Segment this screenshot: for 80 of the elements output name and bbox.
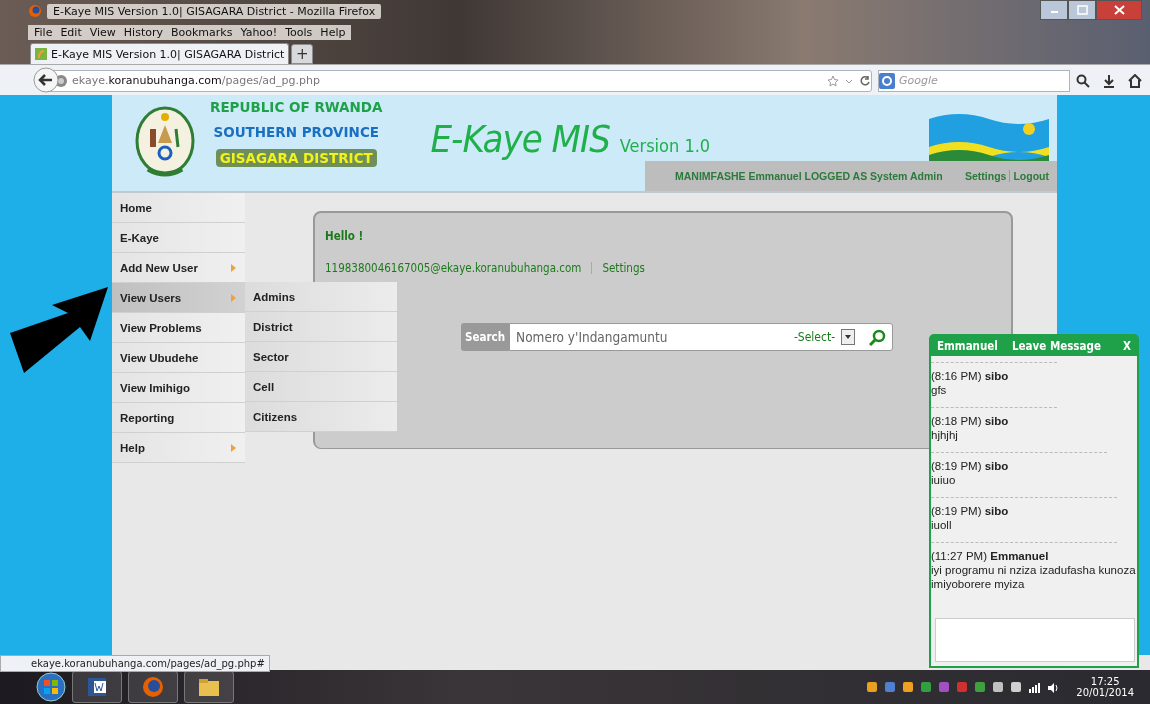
nav-item[interactable]: View Imihigo	[112, 373, 245, 403]
message-header: (8:19 PM) sibo	[931, 459, 1010, 473]
settings-link[interactable]: Settings	[602, 261, 645, 275]
new-tab-button[interactable]: +	[291, 44, 314, 64]
user-info: MANIMFASHE Emmanuel LOGGED AS System Admin	[675, 170, 943, 182]
submenu-item[interactable]: Admins	[245, 282, 397, 312]
nav-item[interactable]: E-Kaye	[112, 223, 245, 253]
menu-item[interactable]: Bookmarks	[167, 25, 237, 39]
submenu-item[interactable]: Citizens	[245, 402, 397, 432]
close-icon	[1112, 5, 1126, 15]
signal-icon[interactable]	[1028, 680, 1042, 694]
message-text: iuoll	[931, 518, 953, 532]
nav-item[interactable]: Add New User	[112, 253, 245, 283]
nav-item[interactable]: View Problems	[112, 313, 245, 343]
header-line: REPUBLIC OF RWANDA	[210, 99, 383, 115]
menu-item[interactable]: Tools	[281, 25, 317, 39]
browser-logo-icon	[28, 4, 42, 18]
home-icon[interactable]	[1128, 73, 1142, 88]
taskbar-app[interactable]	[72, 671, 122, 703]
message-header: (11:27 PM) Emmanuel	[931, 549, 1050, 563]
tray-icon[interactable]	[992, 680, 1005, 694]
search-label: Search	[461, 323, 510, 351]
version-label: Version 1.0	[619, 135, 711, 156]
nav-item[interactable]: Help	[112, 433, 245, 463]
nav-item[interactable]: View Users	[112, 283, 245, 313]
start-button[interactable]	[36, 672, 66, 702]
star-icon[interactable]	[827, 74, 839, 87]
menu-item[interactable]: Help	[316, 25, 350, 39]
message-text: iyi programu ni nziza izadufasha kunoza imiyoborere myiza	[931, 563, 1137, 591]
submenu-item[interactable]: District	[245, 312, 397, 342]
document-app-icon	[86, 676, 108, 698]
maximize-button[interactable]	[1068, 0, 1096, 20]
submenu-item[interactable]: Cell	[245, 372, 397, 402]
search-field[interactable]: Nomero y'Indangamuntu -Select-	[509, 323, 894, 351]
menu-item[interactable]: View	[85, 25, 120, 39]
browser-tab[interactable]: E-Kaye MIS Version 1.0| GISAGARA District	[30, 43, 290, 64]
greeting-text: Hello !	[325, 229, 365, 243]
tray-icon[interactable]	[866, 680, 879, 694]
back-button[interactable]	[33, 67, 59, 93]
reload-icon[interactable]	[859, 74, 871, 87]
menu-item[interactable]: Edit	[56, 25, 86, 39]
menu-item[interactable]: Yahoo!	[236, 25, 282, 39]
site-icon	[35, 48, 47, 60]
search-engine-icon	[879, 72, 895, 89]
download-icon[interactable]	[1102, 73, 1116, 88]
message-header: (8:19 PM) sibo	[931, 504, 1010, 518]
message-text: hjhjhj	[931, 428, 959, 442]
message-header: (8:18 PM) sibo	[931, 414, 1010, 428]
message-text: iuiuo	[931, 473, 957, 487]
message-header: (8:16 PM) sibo	[931, 369, 1010, 383]
minimize-button[interactable]	[1040, 0, 1068, 20]
caret-icon	[844, 334, 853, 340]
menu-item[interactable]: File	[30, 25, 57, 39]
tray-icon[interactable]	[902, 680, 915, 694]
taskbar-app[interactable]	[184, 671, 234, 703]
email-link[interactable]: 1198380046167005@ekaye.koranubuhanga.com	[325, 261, 582, 275]
message-text: gfs	[931, 383, 948, 397]
taskbar-app[interactable]	[128, 671, 178, 703]
chat-contact-name: Emmanuel	[937, 339, 998, 353]
site-title: E-Kaye MIS	[430, 117, 610, 161]
tray-icon[interactable]	[1010, 680, 1023, 694]
menu-item[interactable]: History	[119, 25, 167, 39]
nav-item[interactable]: Reporting	[112, 403, 245, 433]
url-text: ekaye.koranubuhanga.com/pages/ad_pg.php	[72, 74, 320, 87]
message-input[interactable]	[935, 618, 1135, 662]
close-button[interactable]	[1096, 0, 1142, 20]
maximize-icon	[1075, 5, 1089, 15]
tray-icon[interactable]	[920, 680, 933, 694]
clock[interactable]: 17:25 20/01/2014	[1076, 676, 1134, 698]
status-text: ekaye.koranubuhanga.com/pages/ad_pg.php#	[31, 658, 265, 669]
window-title: E-Kaye MIS Version 1.0| GISAGARA District - Mozilla Firefox	[47, 3, 382, 19]
folder-icon	[198, 676, 220, 698]
browser-app-icon	[142, 676, 164, 698]
tray-icon[interactable]	[974, 680, 987, 694]
select-dropdown[interactable]: -Select-	[793, 329, 856, 345]
submenu-item[interactable]: Sector	[245, 342, 397, 372]
nav-item[interactable]: Home	[112, 193, 245, 223]
search-icon[interactable]	[1076, 73, 1090, 88]
nav-item[interactable]: View Ubudehe	[112, 343, 245, 373]
header-line: SOUTHERN PROVINCE	[213, 124, 380, 140]
